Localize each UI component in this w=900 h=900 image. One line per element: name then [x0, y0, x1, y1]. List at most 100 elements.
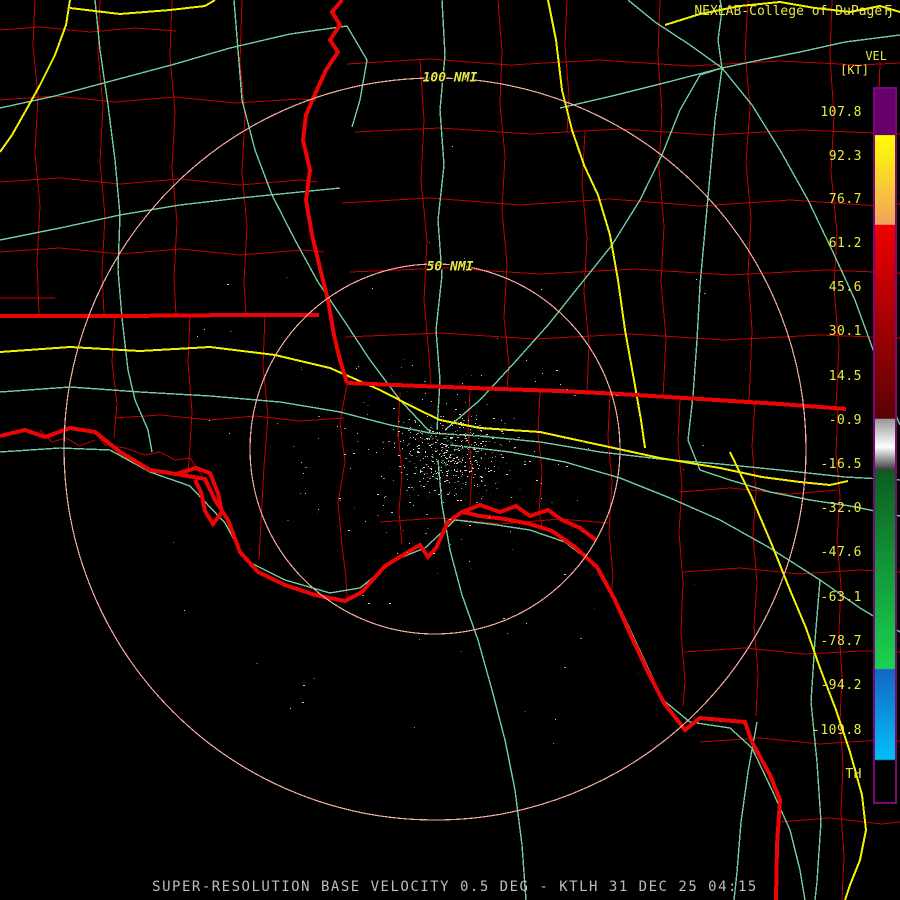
velocity-pixel	[435, 478, 437, 479]
velocity-pixel	[471, 470, 472, 471]
velocity-pixel	[468, 449, 469, 450]
velocity-pixel	[441, 456, 442, 457]
velocity-pixel	[460, 458, 461, 459]
velocity-pixel	[425, 456, 426, 457]
velocity-pixel	[473, 435, 475, 436]
velocity-pixel	[448, 471, 449, 472]
branding: NEXLAB-College of DuPage Ҕ	[694, 4, 892, 19]
velocity-pixel	[506, 463, 507, 464]
county-boundary-line	[777, 817, 900, 825]
colorbar-tick: -94.2	[820, 678, 862, 693]
velocity-pixel	[476, 415, 477, 416]
branding-logo-icon: Ҕ	[884, 4, 892, 19]
velocity-pixel	[477, 484, 478, 485]
velocity-pixel	[462, 458, 463, 459]
velocity-pixel	[457, 469, 458, 470]
velocity-pixel	[564, 667, 566, 668]
velocity-pixel	[461, 476, 462, 477]
velocity-pixel	[495, 483, 496, 484]
velocity-pixel	[461, 462, 462, 463]
velocity-pixel	[455, 449, 457, 450]
velocity-pixel	[484, 485, 486, 486]
velocity-pixel	[451, 454, 453, 455]
velocity-pixel	[431, 472, 432, 473]
velocity-pixel	[469, 471, 471, 472]
velocity-pixel	[417, 446, 418, 447]
interstate-yellow-line	[729, 451, 868, 900]
velocity-pixel	[478, 438, 480, 439]
velocity-pixel	[407, 445, 408, 446]
velocity-pixel	[461, 470, 462, 471]
velocity-pixel	[536, 480, 538, 481]
velocity-pixel	[446, 445, 447, 446]
velocity-pixel	[467, 462, 468, 463]
velocity-pixel	[442, 425, 444, 426]
velocity-pixel	[394, 442, 396, 443]
velocity-pixel	[445, 465, 447, 466]
velocity-pixel	[449, 460, 450, 461]
velocity-pixel	[465, 402, 466, 403]
velocity-pixel	[430, 476, 431, 477]
velocity-pixel	[481, 458, 482, 459]
velocity-pixel	[476, 444, 477, 445]
velocity-pixel	[523, 426, 524, 427]
velocity-pixel	[431, 469, 432, 470]
velocity-pixel	[458, 450, 460, 451]
velocity-pixel	[429, 439, 430, 440]
velocity-pixel	[420, 471, 422, 472]
velocity-pixel	[481, 443, 482, 444]
velocity-pixel	[427, 481, 429, 482]
velocity-pixel	[204, 329, 205, 330]
velocity-pixel	[446, 462, 447, 463]
velocity-pixel	[457, 457, 458, 458]
velocity-pixel	[438, 467, 439, 468]
velocity-pixel	[524, 464, 526, 465]
velocity-pixel	[481, 481, 483, 482]
velocity-pixel	[344, 454, 346, 455]
velocity-pixel	[480, 434, 481, 435]
velocity-pixel	[485, 427, 486, 428]
velocity-pixel	[445, 457, 446, 458]
velocity-pixel	[318, 416, 320, 417]
velocity-pixel	[290, 708, 291, 709]
velocity-pixel	[407, 552, 408, 553]
velocity-pixel	[429, 242, 430, 243]
velocity-pixel	[462, 440, 463, 441]
velocity-pixel	[454, 470, 455, 471]
velocity-pixel	[495, 460, 496, 461]
velocity-pixel	[408, 444, 409, 445]
velocity-pixel	[481, 431, 482, 432]
velocity-pixel	[433, 438, 434, 439]
velocity-pixel	[358, 366, 359, 367]
velocity-pixel	[454, 463, 455, 464]
county-boundary-line	[337, 383, 348, 599]
velocity-pixel	[442, 463, 444, 464]
velocity-pixel	[483, 437, 485, 438]
velocity-pixel	[344, 428, 346, 429]
county-boundary-line	[657, 0, 667, 398]
velocity-pixel	[434, 473, 436, 474]
velocity-pixel	[426, 464, 427, 465]
county-boundary-line	[677, 398, 686, 707]
velocity-pixel	[494, 471, 495, 472]
velocity-pixel	[467, 524, 468, 525]
colorbar-tick: -78.7	[820, 634, 862, 649]
velocity-pixel	[470, 498, 471, 499]
velocity-pixel	[446, 480, 447, 481]
velocity-pixel	[442, 428, 443, 429]
velocity-pixel	[450, 437, 451, 438]
velocity-pixel	[230, 331, 232, 332]
velocity-pixel	[428, 430, 429, 431]
velocity-pixel	[363, 402, 365, 403]
state-border-coastline	[0, 425, 783, 900]
county-boundary-line	[0, 26, 177, 33]
velocity-pixel	[465, 462, 466, 463]
velocity-pixel	[451, 451, 452, 452]
velocity-pixel	[256, 663, 258, 664]
velocity-pixel	[415, 422, 416, 423]
velocity-pixel	[397, 435, 398, 436]
velocity-pixel	[420, 460, 421, 461]
velocity-pixel	[435, 434, 437, 435]
velocity-pixel	[469, 467, 470, 468]
velocity-pixel	[430, 436, 431, 437]
